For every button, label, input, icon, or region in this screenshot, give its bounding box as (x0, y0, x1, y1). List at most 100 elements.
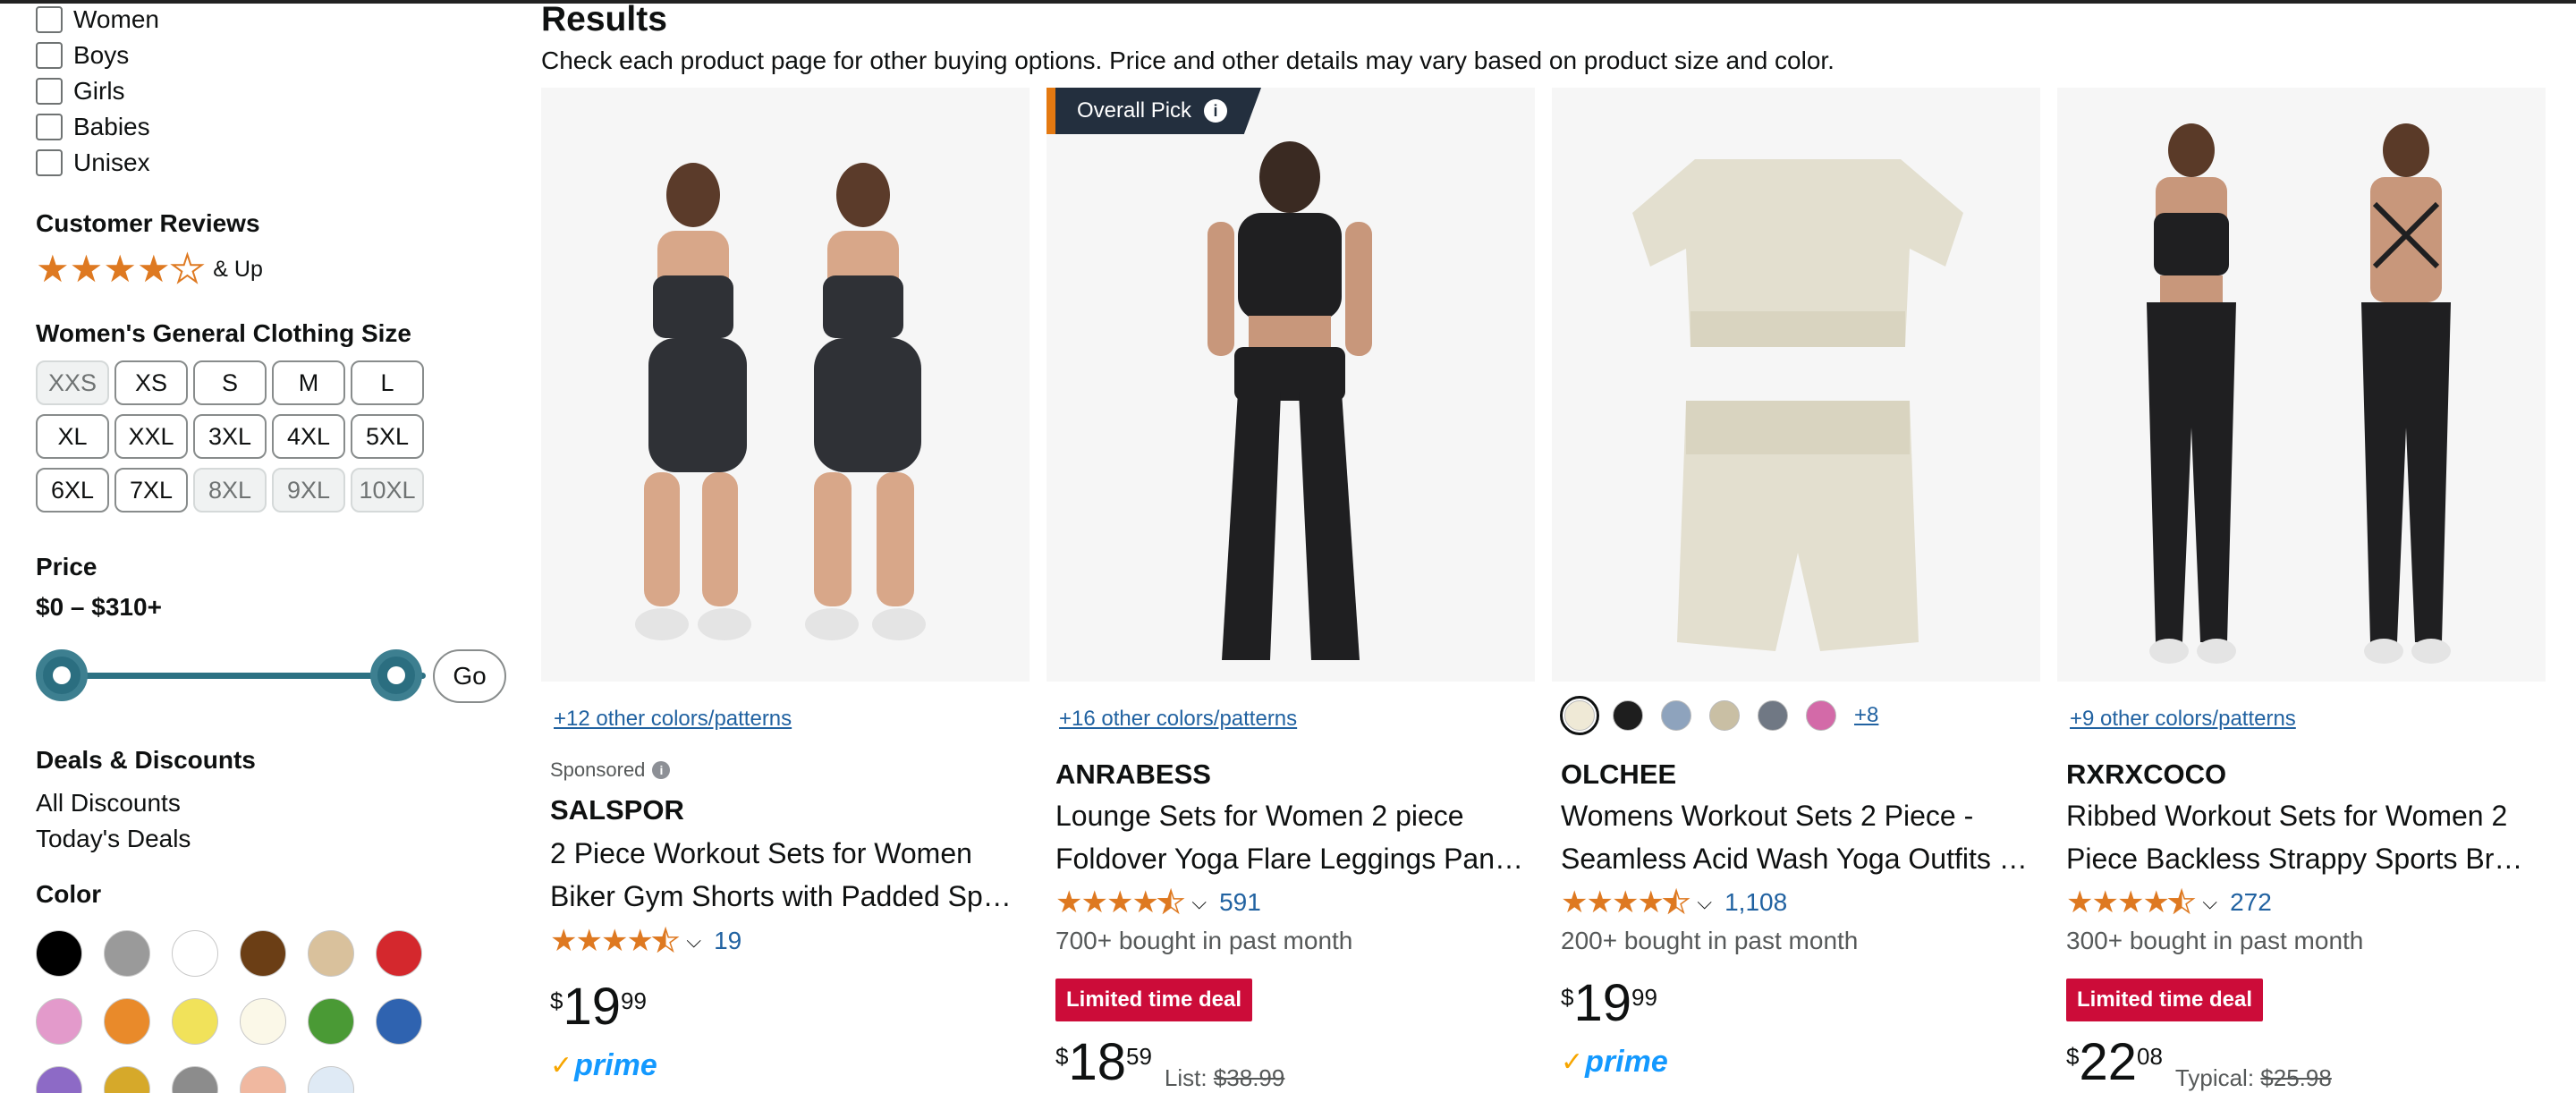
product-title-link[interactable]: Lounge Sets for Women 2 piece Foldover Y… (1055, 794, 1526, 880)
star-half-icon: ★ (1662, 885, 1690, 919)
color-swatch[interactable] (376, 998, 422, 1045)
price-fraction: 59 (1125, 1043, 1152, 1070)
chevron-down-icon[interactable]: ⌵ (1191, 891, 1207, 914)
product-rating[interactable]: ★★★★ ★ ⌵ 591 (1055, 886, 1261, 919)
color-swatch-grid (36, 930, 422, 1093)
other-colors-link[interactable]: +9 other colors/patterns (2070, 707, 2296, 732)
product-rating[interactable]: ★★★★ ★ ⌵ 272 (2066, 885, 2272, 919)
checkbox[interactable] (36, 42, 63, 69)
filter-gender-babies[interactable]: Babies (36, 109, 150, 145)
color-option[interactable] (1661, 700, 1691, 731)
overall-pick-badge[interactable]: Overall Pick i (1046, 88, 1262, 134)
size-button[interactable]: XL (36, 414, 109, 459)
filter-gender-boys[interactable]: Boys (36, 38, 129, 73)
color-swatch[interactable] (104, 930, 150, 977)
color-swatch[interactable] (36, 1066, 82, 1093)
size-button[interactable]: 6XL (36, 468, 109, 513)
filter-gender-unisex[interactable]: Unisex (36, 145, 150, 181)
size-button[interactable]: XS (114, 360, 188, 405)
product-title-link[interactable]: Ribbed Workout Sets for Women 2 Piece Ba… (2066, 794, 2537, 880)
filter-gender-women[interactable]: Women (36, 2, 159, 38)
product-rating[interactable]: ★★★★ ★ ⌵ 19 (550, 925, 741, 957)
review-count[interactable]: 591 (1219, 888, 1261, 917)
checkbox[interactable] (36, 149, 63, 176)
product-price: $ 19 99 (550, 981, 647, 1033)
color-option[interactable] (1758, 700, 1788, 731)
info-icon[interactable]: i (1204, 99, 1228, 123)
size-button: 8XL (193, 468, 267, 513)
color-swatch[interactable] (376, 930, 422, 977)
color-swatch[interactable] (308, 930, 354, 977)
product-card: Overall Pick i +16 other colors/patterns… (1046, 88, 1535, 1093)
product-image[interactable] (1552, 88, 2040, 682)
color-swatch[interactable] (36, 998, 82, 1045)
product-brand: ANRABESS (1055, 758, 1211, 790)
review-count[interactable]: 19 (714, 927, 741, 955)
product-image[interactable] (541, 88, 1030, 682)
product-rating[interactable]: ★★★★ ★ ⌵ 1,108 (1561, 885, 1787, 919)
list-price-value: $25.98 (2260, 1064, 2332, 1091)
size-button[interactable]: M (272, 360, 345, 405)
size-button[interactable]: 7XL (114, 468, 188, 513)
color-swatch[interactable] (172, 998, 218, 1045)
color-option[interactable] (1806, 700, 1836, 731)
product-title-link[interactable]: Womens Workout Sets 2 Piece - Seamless A… (1561, 794, 2031, 880)
star-icon: ★★★★ (2066, 885, 2170, 919)
price-slider-min-handle[interactable] (36, 649, 88, 701)
top-border (0, 0, 2576, 4)
size-heading: Women's General Clothing Size (36, 319, 411, 347)
checkbox[interactable] (36, 6, 63, 33)
color-swatch[interactable] (240, 930, 286, 977)
color-swatch[interactable] (172, 1066, 218, 1093)
size-button[interactable]: L (351, 360, 424, 405)
more-colors-link[interactable]: +8 (1854, 703, 1878, 728)
size-button[interactable]: S (193, 360, 267, 405)
currency-symbol: $ (550, 987, 564, 1014)
title-line: Piece Backless Strappy Sports Bra Set (2066, 843, 2537, 875)
review-count[interactable]: 1,108 (1724, 888, 1787, 917)
chevron-down-icon[interactable]: ⌵ (686, 929, 701, 953)
all-discounts-link[interactable]: All Discounts (36, 789, 181, 818)
star-icon: ★ (103, 248, 137, 290)
product-image[interactable]: Overall Pick i (1046, 88, 1535, 682)
filter-gender-girls[interactable]: Girls (36, 73, 125, 109)
product-image[interactable] (2057, 88, 2546, 682)
color-option[interactable] (1613, 700, 1643, 731)
color-swatch[interactable] (240, 998, 286, 1045)
title-line: Ribbed Workout Sets for Women 2 (2066, 800, 2508, 832)
review-count[interactable]: 272 (2230, 888, 2272, 917)
size-button[interactable]: 4XL (272, 414, 345, 459)
todays-deals-link[interactable]: Today's Deals (36, 825, 191, 853)
color-swatch[interactable] (36, 930, 82, 977)
ribbed-set-photo (2057, 88, 2546, 682)
color-swatch[interactable] (104, 1066, 150, 1093)
info-icon[interactable]: i (652, 761, 671, 779)
product-price: $ 18 59 List: $38.99 (1055, 1037, 1284, 1092)
checkbox[interactable] (36, 78, 63, 105)
checkbox[interactable] (36, 114, 63, 140)
chevron-down-icon[interactable]: ⌵ (2202, 891, 2217, 914)
bought-in-past-month: 700+ bought in past month (1055, 927, 1353, 954)
list-label: List: (1164, 1064, 1208, 1091)
title-line: Lounge Sets for Women 2 piece (1055, 800, 1464, 832)
color-option[interactable] (1709, 700, 1740, 731)
color-swatch[interactable] (240, 1066, 286, 1093)
color-swatch[interactable] (308, 998, 354, 1045)
other-colors-link[interactable]: +12 other colors/patterns (554, 707, 792, 732)
product-brand: SALSPOR (550, 794, 684, 826)
filter-rating-4-up[interactable]: ★ ★ ★ ★ ★ & Up (36, 248, 263, 290)
color-swatch[interactable] (104, 998, 150, 1045)
price-go-button[interactable]: Go (433, 649, 506, 703)
price-heading: Price (36, 553, 97, 580)
size-button[interactable]: XXL (114, 414, 188, 459)
product-title-link[interactable]: 2 Piece Workout Sets for Women Biker Gym… (550, 832, 1021, 918)
size-button[interactable]: 5XL (351, 414, 424, 459)
color-option[interactable] (1560, 696, 1599, 735)
size-button[interactable]: 3XL (193, 414, 267, 459)
other-colors-link[interactable]: +16 other colors/patterns (1059, 707, 1297, 732)
price-slider-max-handle[interactable] (370, 649, 422, 701)
color-swatch[interactable] (308, 1066, 354, 1093)
product-card: +8 OLCHEE Womens Workout Sets 2 Piece - … (1552, 88, 2040, 1093)
chevron-down-icon[interactable]: ⌵ (1697, 891, 1712, 914)
color-swatch[interactable] (172, 930, 218, 977)
